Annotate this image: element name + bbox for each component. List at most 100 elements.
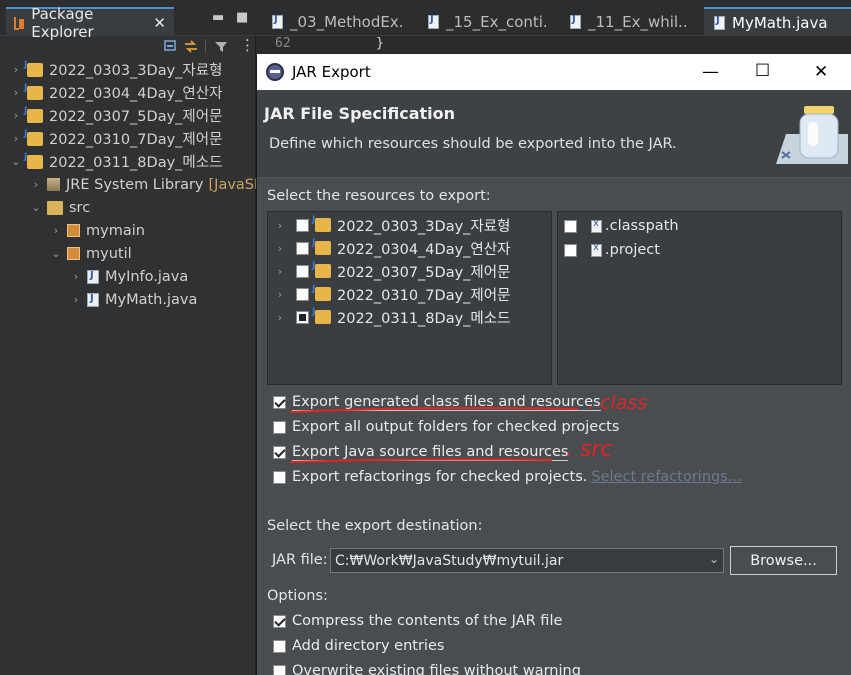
- expand-chevron-icon[interactable]: ›: [70, 270, 82, 283]
- maximize-window-icon[interactable]: ☐: [755, 61, 770, 81]
- project-checkbox[interactable]: [296, 264, 309, 278]
- collapse-chevron-icon[interactable]: ⌄: [50, 247, 62, 260]
- project-checkbox-row[interactable]: › 2022_0307_5Day_제어문: [274, 260, 511, 282]
- project-checkbox[interactable]: [296, 218, 309, 232]
- view-menu-icon[interactable]: ⋮: [240, 36, 255, 54]
- tree-project-item[interactable]: › 2022_0304_4Day_연산자: [10, 81, 223, 104]
- expand-chevron-icon[interactable]: ›: [10, 109, 22, 122]
- directory-entries-option[interactable]: Add directory entries: [273, 635, 444, 657]
- package-explorer-tab[interactable]: Package Explorer ✕: [6, 5, 174, 41]
- browse-button-label: Browse...: [750, 552, 817, 569]
- export-output-folders-option[interactable]: Export all output folders for checked pr…: [273, 416, 619, 438]
- overwrite-option[interactable]: Overwrite existing files without warning: [273, 660, 581, 675]
- expand-chevron-icon[interactable]: ›: [10, 132, 22, 145]
- jar-file-combo[interactable]: C:₩Work₩JavaStudy₩mytuil.jar ⌄: [330, 548, 724, 573]
- directory-entries-checkbox[interactable]: [273, 639, 286, 653]
- project-checkbox[interactable]: [296, 287, 309, 301]
- expand-chevron-icon[interactable]: ›: [10, 63, 22, 76]
- project-tree-panel[interactable]: › 2022_0303_3Day_자료형 › 2022_0304_4Day_연산…: [267, 211, 552, 385]
- minimize-window-icon[interactable]: —: [702, 62, 719, 82]
- java-project-icon: [312, 284, 331, 301]
- chevron-down-icon[interactable]: ⌄: [709, 552, 719, 566]
- jar-icon: [776, 106, 848, 164]
- option-label: Export generated class files and resourc…: [292, 393, 601, 411]
- package-explorer-toolbar: ⋮: [0, 36, 256, 58]
- editor-tab[interactable]: _15_Ex_conti...: [418, 7, 546, 36]
- select-refactorings-link[interactable]: Select refactorings...: [591, 469, 741, 485]
- editor-tab[interactable]: _03_MethodEx...: [262, 7, 402, 36]
- expand-chevron-icon[interactable]: ›: [274, 242, 286, 255]
- project-checkbox-row[interactable]: › 2022_0303_3Day_자료형: [274, 214, 511, 236]
- project-label: 2022_0307_5Day_제어문: [337, 264, 511, 281]
- project-checkbox-row[interactable]: › 2022_0304_4Day_연산자: [274, 237, 511, 259]
- minimize-view-icon[interactable]: ▬: [212, 10, 224, 25]
- expand-chevron-icon[interactable]: ›: [274, 311, 286, 324]
- collapse-chevron-icon[interactable]: ⌄: [10, 155, 22, 168]
- file-checkbox-row[interactable]: .project: [564, 239, 660, 261]
- tree-project-item[interactable]: › 2022_0310_7Day_제어문: [10, 127, 223, 150]
- compress-checkbox[interactable]: [273, 614, 286, 628]
- export-source-files-option[interactable]: Export Java source files and resources: [273, 441, 569, 463]
- expand-chevron-icon[interactable]: ›: [70, 293, 82, 306]
- tree-source-folder-item[interactable]: ⌄ src: [30, 196, 90, 219]
- link-with-editor-icon[interactable]: [184, 40, 198, 53]
- expand-chevron-icon[interactable]: ›: [30, 178, 42, 191]
- project-checkbox-partial[interactable]: [296, 310, 309, 324]
- java-project-icon: [24, 83, 43, 100]
- expand-chevron-icon[interactable]: ›: [274, 288, 286, 301]
- close-window-icon[interactable]: ✕: [814, 62, 828, 82]
- export-class-files-option[interactable]: Export generated class files and resourc…: [273, 391, 601, 413]
- tree-library-item[interactable]: › JRE System Library [JavaSE-: [30, 173, 269, 196]
- project-checkbox-row[interactable]: › 2022_0310_7Day_제어문: [274, 283, 511, 305]
- editor-tab-label: MyMath.java: [732, 13, 828, 32]
- java-project-icon: [312, 261, 331, 278]
- file-list-panel[interactable]: .classpath .project: [557, 211, 842, 385]
- class-annotation-text: . class: [588, 392, 648, 414]
- tree-project-item[interactable]: › 2022_0303_3Day_자료형: [10, 58, 223, 81]
- option-label: Compress the contents of the JAR file: [292, 613, 563, 629]
- java-file-icon: [272, 14, 283, 29]
- editor-tab-label: _03_MethodEx...: [290, 12, 402, 31]
- filters-icon[interactable]: [214, 40, 228, 53]
- collapse-all-icon[interactable]: [164, 40, 178, 53]
- export-output-folders-checkbox[interactable]: [273, 420, 286, 434]
- dialog-titlebar: JAR Export — ☐ ✕: [257, 54, 851, 90]
- editor-tab-active[interactable]: MyMath.java: [704, 7, 851, 36]
- export-refactorings-option[interactable]: Export refactorings for checked projects…: [273, 466, 742, 488]
- file-checkbox[interactable]: [564, 219, 577, 233]
- tree-item-label: JRE System Library: [66, 176, 204, 193]
- tree-file-item[interactable]: › MyInfo.java: [70, 265, 188, 288]
- export-source-files-checkbox[interactable]: [273, 445, 286, 459]
- export-refactorings-checkbox[interactable]: [273, 470, 286, 484]
- project-checkbox-row[interactable]: › 2022_0311_8Day_메소드: [274, 306, 511, 328]
- collapse-chevron-icon[interactable]: ⌄: [30, 201, 42, 214]
- compress-option[interactable]: Compress the contents of the JAR file: [273, 610, 562, 632]
- maximize-view-icon[interactable]: ■: [236, 10, 248, 25]
- tree-item-label: 2022_0311_8Day_메소드: [49, 155, 223, 171]
- editor-tab[interactable]: _11_Ex_whil...: [560, 7, 688, 36]
- browse-button[interactable]: Browse...: [730, 546, 837, 575]
- tree-project-item[interactable]: ⌄ 2022_0311_8Day_메소드: [10, 150, 222, 173]
- tree-item-label: MyMath.java: [105, 291, 198, 308]
- package-icon: [67, 247, 80, 260]
- tree-file-item[interactable]: › MyMath.java: [70, 288, 198, 311]
- dialog-title: JAR Export: [292, 63, 371, 81]
- expand-chevron-icon[interactable]: ›: [274, 265, 286, 278]
- tree-package-item[interactable]: ⌄ myutil: [50, 242, 131, 265]
- overwrite-checkbox[interactable]: [273, 664, 286, 675]
- file-icon: [591, 218, 602, 233]
- library-icon: [47, 178, 60, 191]
- file-checkbox-row[interactable]: .classpath: [564, 215, 679, 237]
- java-project-icon: [24, 129, 43, 146]
- expand-chevron-icon[interactable]: ›: [10, 86, 22, 99]
- export-class-files-checkbox[interactable]: [273, 395, 286, 409]
- expand-chevron-icon[interactable]: ›: [274, 219, 286, 232]
- expand-chevron-icon[interactable]: ›: [50, 224, 62, 237]
- editor-code-area[interactable]: 62 }: [256, 36, 851, 54]
- tree-item-label: 2022_0307_5Day_제어문: [49, 109, 223, 125]
- file-checkbox[interactable]: [564, 243, 577, 257]
- project-checkbox[interactable]: [296, 241, 309, 255]
- tree-package-item[interactable]: › mymain: [50, 219, 145, 242]
- tree-project-item[interactable]: › 2022_0307_5Day_제어문: [10, 104, 223, 127]
- close-icon[interactable]: ✕: [153, 14, 166, 32]
